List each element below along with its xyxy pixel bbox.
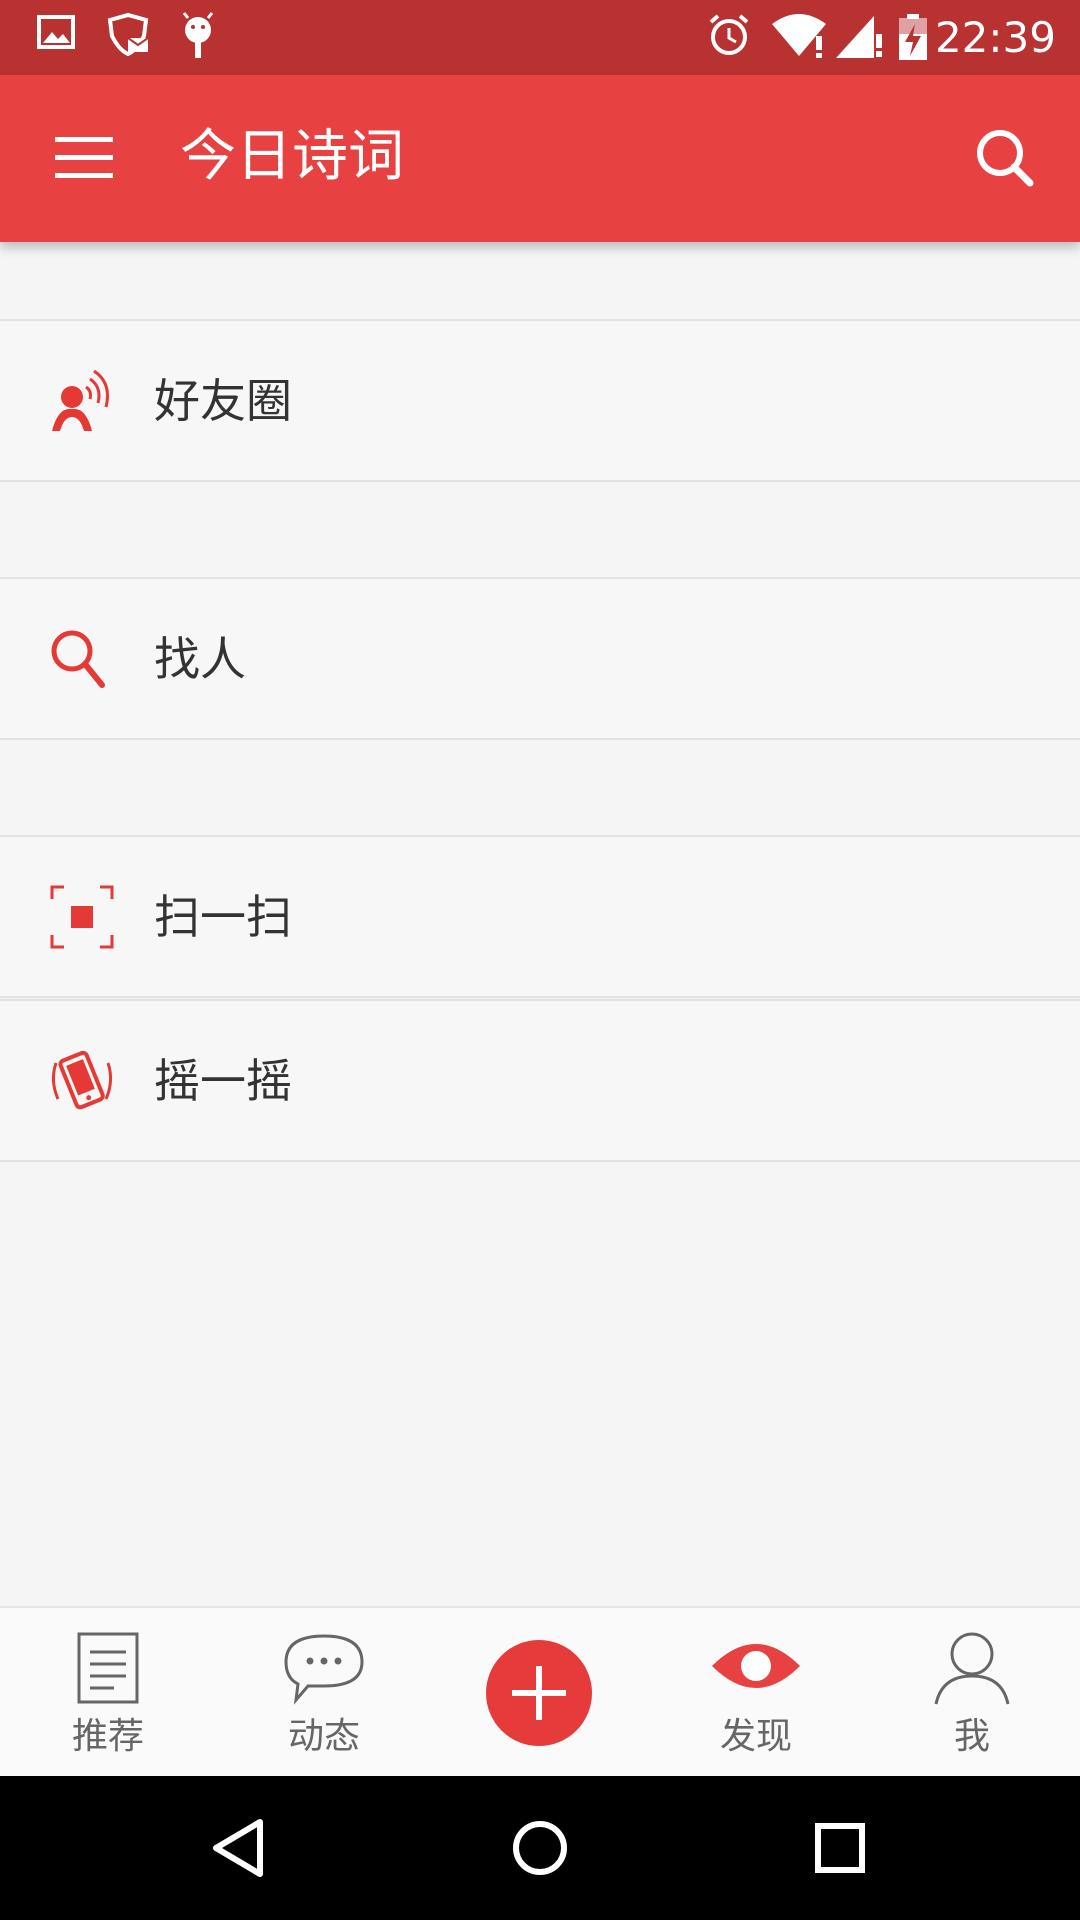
list-item-label: 好友圈 (154, 374, 292, 428)
tab-me[interactable]: 我 (864, 1608, 1080, 1778)
tab-label: 推荐 (71, 1716, 144, 1757)
add-icon (512, 1666, 566, 1720)
back-icon[interactable] (198, 1806, 282, 1890)
tab-label: 发现 (719, 1716, 792, 1757)
system-nav-bar (0, 1776, 1080, 1920)
person-icon (934, 1632, 1010, 1705)
mail-shield-icon (107, 12, 149, 57)
android-debug-icon (182, 12, 214, 58)
list-item-label: 摇一摇 (154, 1054, 292, 1108)
hamburger-menu-icon[interactable] (40, 113, 130, 203)
list-item-scan[interactable]: 扫一扫 (0, 835, 1080, 998)
list-item-label: 找人 (154, 632, 246, 686)
scan-icon (50, 885, 114, 949)
eye-icon (712, 1644, 800, 1688)
app-bar: 今日诗词 (0, 75, 1080, 242)
tab-recommend[interactable]: 推荐 (0, 1608, 216, 1778)
list-item-find-people[interactable]: 找人 (0, 577, 1080, 740)
tab-label: 动态 (287, 1716, 360, 1757)
document-icon (77, 1632, 139, 1704)
list-item-shake[interactable]: 摇一摇 (0, 999, 1080, 1162)
signal-icon (836, 16, 882, 58)
battery-charging-icon (899, 14, 927, 60)
search-icon[interactable] (960, 113, 1050, 203)
status-time: 22:39 (934, 13, 1056, 62)
friends-circle-icon (52, 369, 109, 431)
shake-icon (51, 1050, 113, 1110)
find-people-icon (51, 630, 105, 688)
recents-icon[interactable] (798, 1806, 882, 1890)
list-item-label: 扫一扫 (154, 890, 292, 944)
chat-bubble-icon (284, 1634, 364, 1705)
discover-list: 好友圈 找人 扫一扫 摇一摇 (0, 242, 1080, 1606)
wifi-icon (772, 14, 826, 58)
tab-activity[interactable]: 动态 (216, 1608, 432, 1778)
image-icon (37, 15, 75, 49)
status-bar: 22:39 (0, 0, 1080, 75)
tab-label: 我 (953, 1716, 990, 1757)
add-button[interactable] (486, 1640, 592, 1746)
alarm-icon (709, 14, 749, 55)
tab-discover[interactable]: 发现 (648, 1608, 864, 1778)
home-icon[interactable] (498, 1806, 582, 1890)
page-title: 今日诗词 (180, 124, 404, 189)
list-item-friends-circle[interactable]: 好友圈 (0, 319, 1080, 482)
